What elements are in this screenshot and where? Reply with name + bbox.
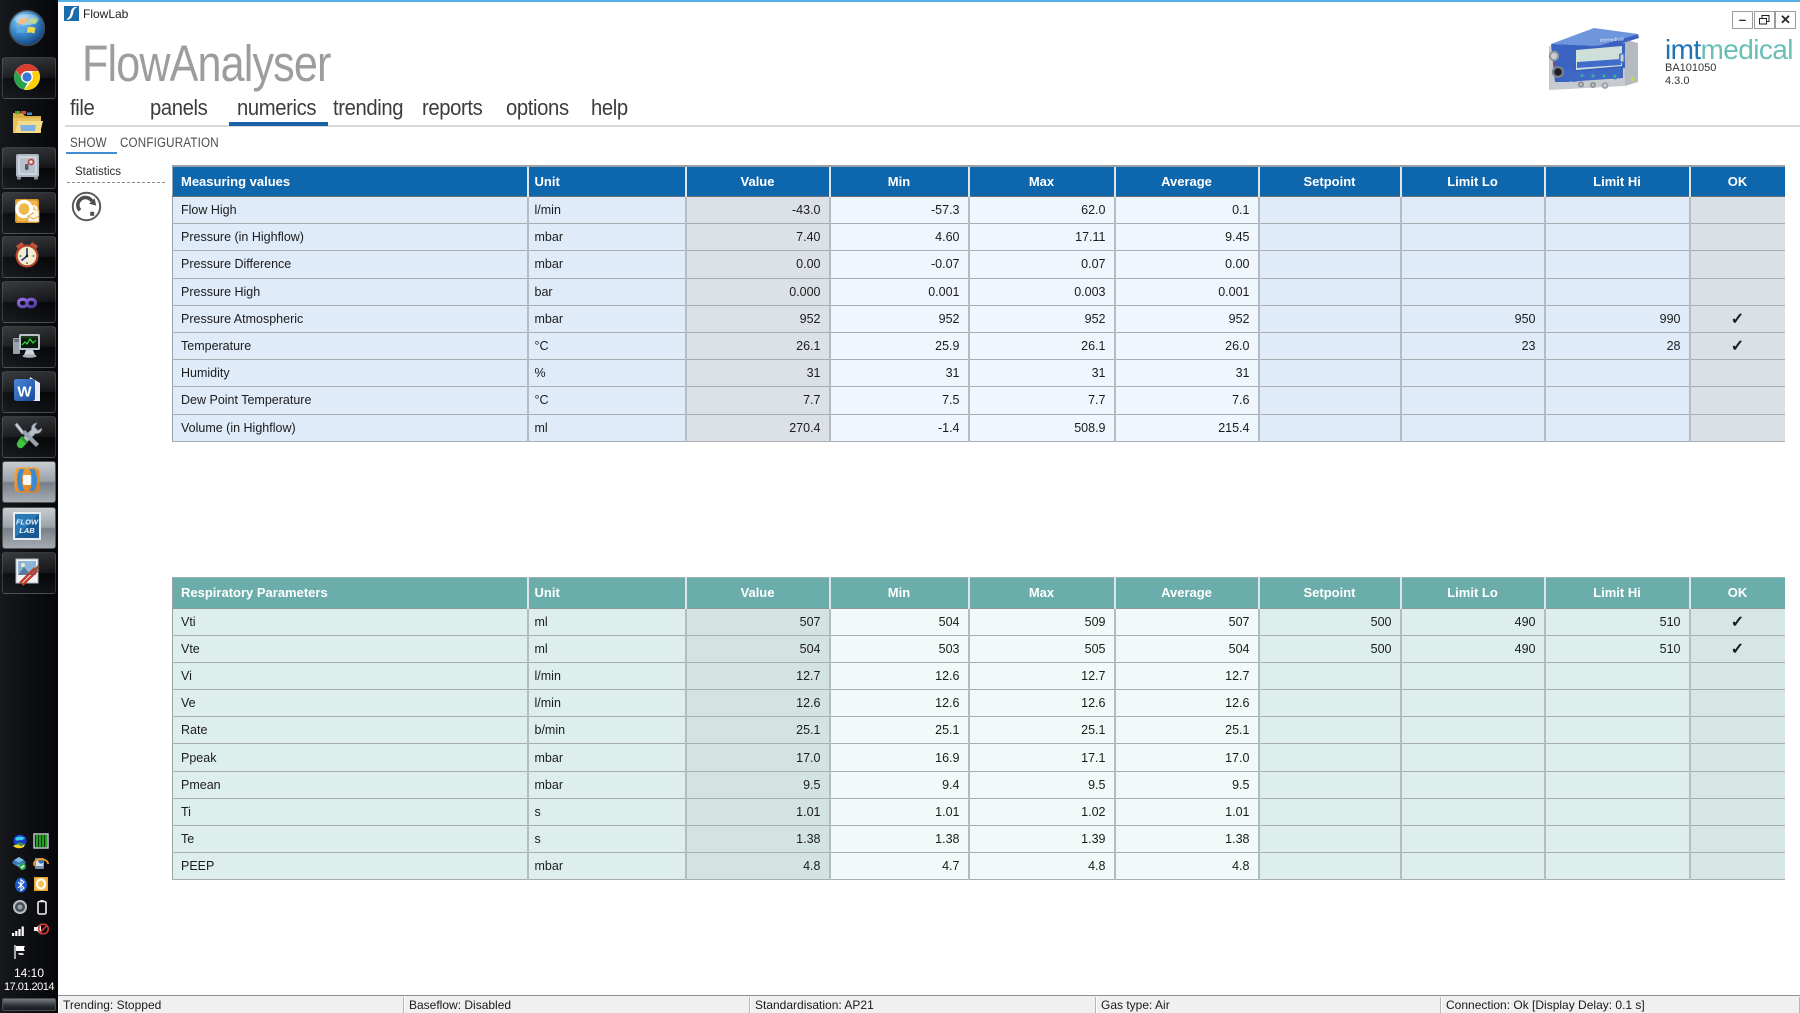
svg-text:W: W [17, 384, 32, 401]
svg-text:LAB: LAB [19, 526, 35, 535]
